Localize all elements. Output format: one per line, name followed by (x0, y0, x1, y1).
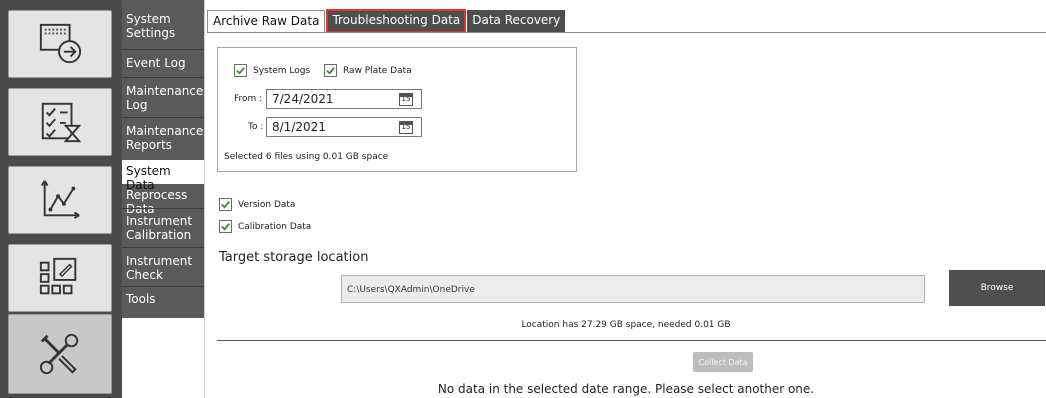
version-data-label: Version Data (238, 199, 296, 210)
menu-item-system-data[interactable]: System Data (122, 160, 204, 192)
tab-archive-raw-data[interactable]: Archive Raw Data (207, 10, 326, 32)
tab-data-recovery[interactable]: Data Recovery (467, 10, 566, 32)
checkbox-box (219, 220, 232, 233)
calendar-icon[interactable]: 15 (399, 121, 413, 134)
rail-maintenance-button[interactable] (8, 88, 112, 156)
menu-item-instrument-calibration[interactable]: Instrument Calibration (122, 210, 204, 246)
checkbox-box (324, 64, 337, 77)
storage-space-info: Location has 27.29 GB space, needed 0.01… (521, 320, 731, 330)
raw-plate-data-label: Raw Plate Data (343, 65, 412, 76)
calendar-icon[interactable]: 15 (399, 93, 413, 106)
browse-button[interactable]: Browse (949, 270, 1045, 306)
menu-item-instrument-check[interactable]: Instrument Check (122, 250, 204, 284)
checkmark-icon (326, 67, 335, 75)
rail-analysis-button[interactable] (8, 166, 112, 234)
version-data-checkbox[interactable]: Version Data (219, 198, 295, 211)
checkbox-box (219, 198, 232, 211)
menu-separator (122, 49, 204, 50)
rail-export-button[interactable] (8, 10, 112, 78)
menu-separator (122, 286, 204, 287)
menu-separator (122, 117, 204, 118)
system-menu: System Settings Event Log Maintenance Lo… (122, 0, 204, 318)
to-date-value: 8/1/2021 (272, 120, 326, 134)
archive-options-group: System Logs Raw Plate Data From : 7/24/2… (217, 47, 577, 172)
checkmark-icon (221, 223, 230, 231)
menu-item-reprocess-data[interactable]: Reprocess Data (122, 184, 204, 216)
system-data-panel: Archive Raw Data Troubleshooting Data Da… (204, 0, 1046, 398)
from-date-picker[interactable]: 7/24/2021 15 (266, 89, 422, 109)
line-chart-icon (40, 180, 80, 220)
target-storage-title: Target storage location (219, 250, 369, 265)
menu-separator (122, 247, 204, 248)
calibration-data-label: Calibration Data (238, 221, 312, 232)
tab-underline (207, 32, 1046, 33)
menu-item-system-settings[interactable]: System Settings (122, 8, 204, 46)
raw-plate-data-checkbox[interactable]: Raw Plate Data (324, 64, 412, 77)
icon-rail (0, 0, 122, 398)
tab-troubleshooting-data[interactable]: Troubleshooting Data (326, 9, 467, 33)
from-date-value: 7/24/2021 (272, 92, 334, 106)
menu-item-maintenance-log[interactable]: Maintenance Log (122, 80, 204, 116)
storage-path-field[interactable]: C:\Users\QXAdmin\OneDrive (341, 275, 925, 303)
status-message: No data in the selected date range. Plea… (437, 382, 815, 396)
checkmark-icon (221, 201, 230, 209)
selected-files-info: Selected 6 files using 0.01 GB space (224, 152, 389, 162)
app-window: System Settings Event Log Maintenance Lo… (0, 0, 1046, 398)
screen-export-icon (39, 23, 82, 64)
checkbox-box (234, 64, 247, 77)
grid-edit-icon (39, 257, 77, 295)
checkmark-icon (236, 67, 245, 75)
menu-item-maintenance-reports[interactable]: Maintenance Reports (122, 120, 204, 158)
system-logs-checkbox[interactable]: System Logs (234, 64, 310, 77)
from-label: From : (234, 94, 263, 104)
menu-item-tools[interactable]: Tools (122, 288, 204, 314)
menu-item-event-log[interactable]: Event Log (122, 52, 204, 76)
to-date-picker[interactable]: 8/1/2021 15 (266, 117, 422, 137)
tools-icon (39, 333, 79, 375)
to-label: To : (248, 122, 264, 132)
menu-separator (122, 77, 204, 78)
checklist-hourglass-icon (41, 102, 82, 143)
rail-layout-button[interactable] (8, 244, 112, 312)
collect-data-button[interactable]: Collect Data (693, 352, 753, 372)
calibration-data-checkbox[interactable]: Calibration Data (219, 220, 311, 233)
tab-bar: Archive Raw Data Troubleshooting Data Da… (207, 9, 567, 34)
system-logs-label: System Logs (253, 65, 311, 76)
menu-separator (122, 208, 204, 209)
rail-tools-button[interactable] (8, 314, 112, 394)
section-divider (217, 340, 1046, 341)
